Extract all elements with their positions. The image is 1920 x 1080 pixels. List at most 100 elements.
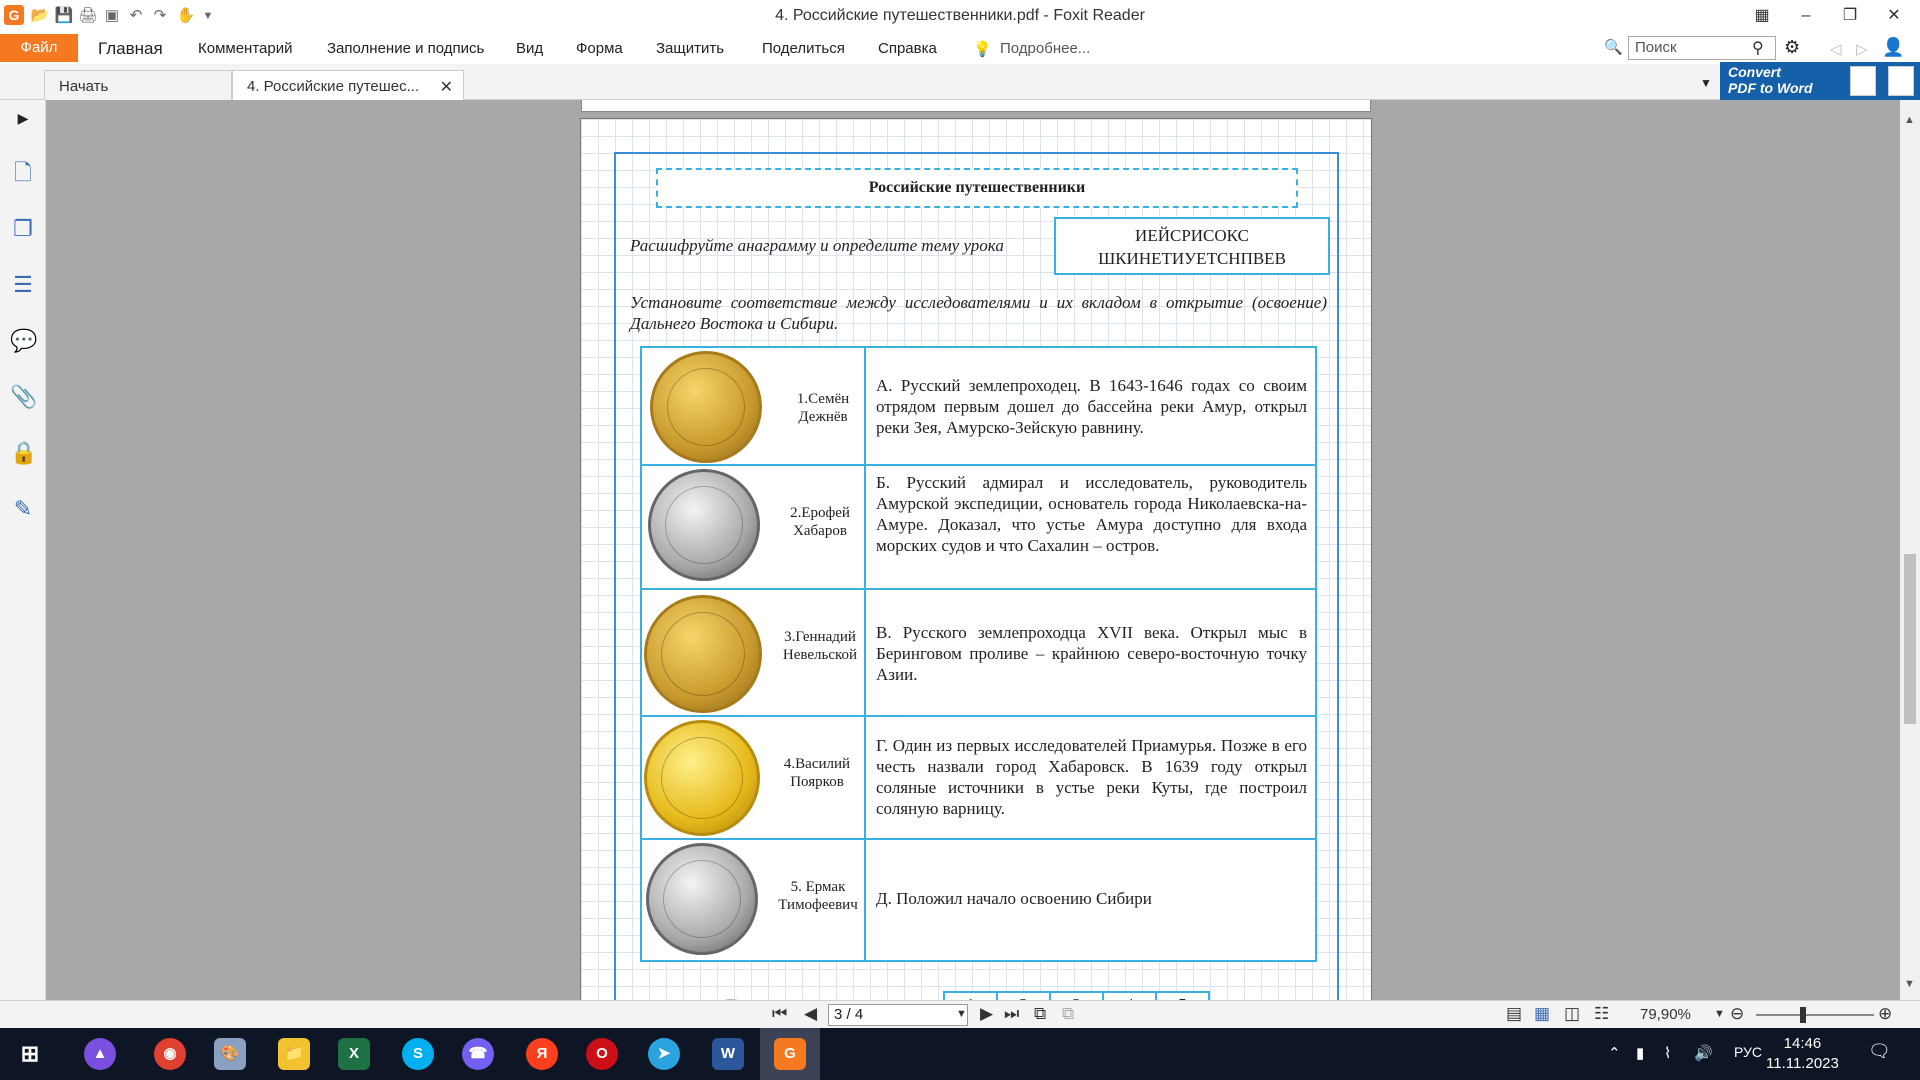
settings-gear-icon[interactable]: ⚙: [1784, 37, 1800, 58]
input-language[interactable]: РУС: [1734, 1044, 1762, 1060]
coin-nevelskoy-image: [644, 595, 762, 713]
expand-panel-icon[interactable]: ▶: [10, 105, 36, 131]
tab-document[interactable]: 4. Российские путешес... ✕: [232, 70, 464, 100]
battery-icon[interactable]: ▮: [1636, 1044, 1644, 1062]
page-number-input[interactable]: 3 / 4: [828, 1004, 968, 1026]
facing-view-icon[interactable]: ◫: [1564, 1004, 1580, 1024]
show-hidden-icons[interactable]: ⌃: [1608, 1044, 1621, 1062]
table-row: 2.Ерофей Хабаров Б. Русский адмирал и ис…: [642, 466, 1315, 590]
contribution-text: Д. Положил начало освоению Сибири: [876, 889, 1152, 908]
excel-icon[interactable]: X: [338, 1038, 370, 1070]
first-page-icon[interactable]: ⏮: [772, 1004, 787, 1024]
worksheet-frame: Российские путешественники Расшифруйте а…: [614, 152, 1339, 1000]
alice-assistant-icon[interactable]: ▲: [84, 1038, 116, 1070]
scroll-down-icon[interactable]: ▼: [1904, 978, 1915, 990]
matching-task-text: Установите соответствие между исследоват…: [630, 293, 1327, 333]
last-page-icon[interactable]: ⏭: [1004, 1004, 1019, 1024]
tab-start[interactable]: Начать: [44, 70, 232, 100]
table-row: 5. Ермак Тимофеевич Д. Положил начало ос…: [642, 840, 1315, 960]
ribbon-menu: Файл Главная Комментарий Заполнение и по…: [0, 32, 1920, 64]
attachment-icon[interactable]: 📎: [10, 384, 37, 410]
signature-icon[interactable]: ✎: [10, 496, 36, 522]
document-view[interactable]: Российские путешественники Расшифруйте а…: [46, 100, 1900, 1000]
zoom-slider-handle[interactable]: [1800, 1007, 1806, 1023]
tab-document-label: 4. Российские путешес...: [247, 78, 420, 95]
next-view-icon[interactable]: ⧉: [1062, 1004, 1074, 1024]
word-file-icon: [1888, 66, 1914, 96]
answer-header-cell: 3: [1049, 991, 1104, 1000]
search-icon[interactable]: ⚲: [1752, 38, 1772, 58]
word-icon[interactable]: W: [712, 1038, 744, 1070]
telegram-icon[interactable]: ➤: [648, 1038, 680, 1070]
convert-banner-line1: Convert: [1728, 64, 1781, 80]
answer-table: 1 2 3 4 5: [943, 991, 1210, 1000]
explorer-cell: 5. Ермак Тимофеевич: [642, 840, 866, 960]
restore-button[interactable]: ❐: [1828, 2, 1872, 30]
security-lock-icon[interactable]: 🔒: [10, 440, 37, 466]
yandex-browser-icon[interactable]: Я: [526, 1038, 558, 1070]
chrome-icon[interactable]: ◉: [154, 1038, 186, 1070]
account-icon[interactable]: 👤: [1882, 37, 1904, 58]
single-page-view-icon[interactable]: ▤: [1506, 1004, 1522, 1024]
pages-icon[interactable]: ❐: [10, 216, 36, 242]
vertical-scrollbar[interactable]: ▲ ▼: [1900, 100, 1920, 1000]
zoom-slider[interactable]: [1756, 1014, 1874, 1016]
anagram-box: ИЕЙСРИСОКС ШКИНЕТИУЕТСНПВЕВ: [1054, 217, 1330, 275]
page-thumbnail-icon[interactable]: 🗋: [10, 160, 36, 186]
clock[interactable]: 14:46 11.11.2023: [1766, 1034, 1839, 1074]
prev-page-icon[interactable]: ◀: [804, 1004, 817, 1024]
continuous-facing-view-icon[interactable]: ☷: [1594, 1004, 1609, 1024]
convert-pdf-to-word-banner[interactable]: Convert PDF to Word: [1720, 62, 1920, 100]
viber-icon[interactable]: ☎: [462, 1038, 494, 1070]
tab-home[interactable]: Главная: [98, 39, 163, 59]
paint-icon[interactable]: 🎨: [214, 1038, 246, 1070]
comments-icon[interactable]: 💬: [10, 328, 37, 354]
window-title: 4. Российские путешественники.pdf - Foxi…: [775, 7, 1145, 24]
explorer-cell: 1.Семён Дежнёв: [642, 348, 866, 464]
foxit-reader-taskbar-icon[interactable]: G: [774, 1038, 806, 1070]
zoom-out-icon[interactable]: ⊖: [1730, 1004, 1744, 1024]
coin-yermak-image: [646, 843, 758, 955]
zoom-dropdown-icon[interactable]: ▼: [1714, 1008, 1725, 1020]
tab-form[interactable]: Форма: [576, 40, 623, 57]
answer-header-cell: 5: [1155, 991, 1210, 1000]
windows-start-icon[interactable]: ⊞: [14, 1038, 46, 1070]
tab-close-icon[interactable]: ✕: [440, 77, 453, 97]
layout-grid-icon[interactable]: ▦: [1740, 2, 1784, 30]
tab-view[interactable]: Вид: [516, 40, 543, 57]
tab-comment[interactable]: Комментарий: [198, 40, 292, 57]
scroll-thumb[interactable]: [1904, 554, 1916, 724]
previous-page-edge: [581, 100, 1371, 112]
tab-protect[interactable]: Защитить: [656, 40, 724, 57]
tab-list-dropdown-icon[interactable]: ▼: [1700, 76, 1712, 90]
forward-arrow-icon[interactable]: ▷: [1856, 40, 1868, 58]
file-menu-button[interactable]: Файл: [0, 34, 78, 62]
find-icon[interactable]: 🔍: [1604, 38, 1623, 56]
close-button[interactable]: ✕: [1872, 2, 1916, 30]
scroll-up-icon[interactable]: ▲: [1904, 114, 1915, 126]
navigation-sidebar: ▶ 🗋 ❐ ☰ 💬 📎 🔒 ✎: [0, 100, 46, 1000]
file-explorer-icon[interactable]: 📁: [278, 1038, 310, 1070]
tab-help[interactable]: Справка: [878, 40, 937, 57]
page-dropdown-icon[interactable]: ▼: [956, 1008, 967, 1020]
tell-me-field[interactable]: Подробнее...: [1000, 40, 1090, 57]
zoom-in-icon[interactable]: ⊕: [1878, 1004, 1892, 1024]
continuous-view-icon[interactable]: ▦: [1534, 1004, 1550, 1024]
opera-icon[interactable]: O: [586, 1038, 618, 1070]
layers-icon[interactable]: ☰: [10, 272, 36, 298]
answer-header-cell: 1: [943, 991, 998, 1000]
worksheet-title: Российские путешественники: [656, 168, 1298, 208]
previous-view-icon[interactable]: ⧉: [1034, 1004, 1046, 1024]
minimize-button[interactable]: –: [1784, 2, 1828, 30]
page-navigation-bar: ⏮ ◀ 3 / 4 ▼ ▶ ⏭ ⧉ ⧉ ▤ ▦ ◫ ☷ 79,90% ▼ ⊖ ⊕: [0, 1000, 1920, 1028]
zoom-level[interactable]: 79,90%: [1640, 1006, 1691, 1023]
wifi-icon[interactable]: ⌇: [1664, 1044, 1671, 1062]
notifications-icon[interactable]: 🗨: [1868, 1041, 1891, 1062]
table-row: 4.Василий Поярков Г. Один из первых иссл…: [642, 717, 1315, 840]
back-arrow-icon[interactable]: ◁: [1830, 40, 1842, 58]
volume-icon[interactable]: 🔊: [1694, 1044, 1713, 1062]
skype-icon[interactable]: S: [402, 1038, 434, 1070]
next-page-icon[interactable]: ▶: [980, 1004, 993, 1024]
tab-fill-sign[interactable]: Заполнение и подпись: [327, 40, 484, 57]
tab-share[interactable]: Поделиться: [762, 40, 845, 57]
